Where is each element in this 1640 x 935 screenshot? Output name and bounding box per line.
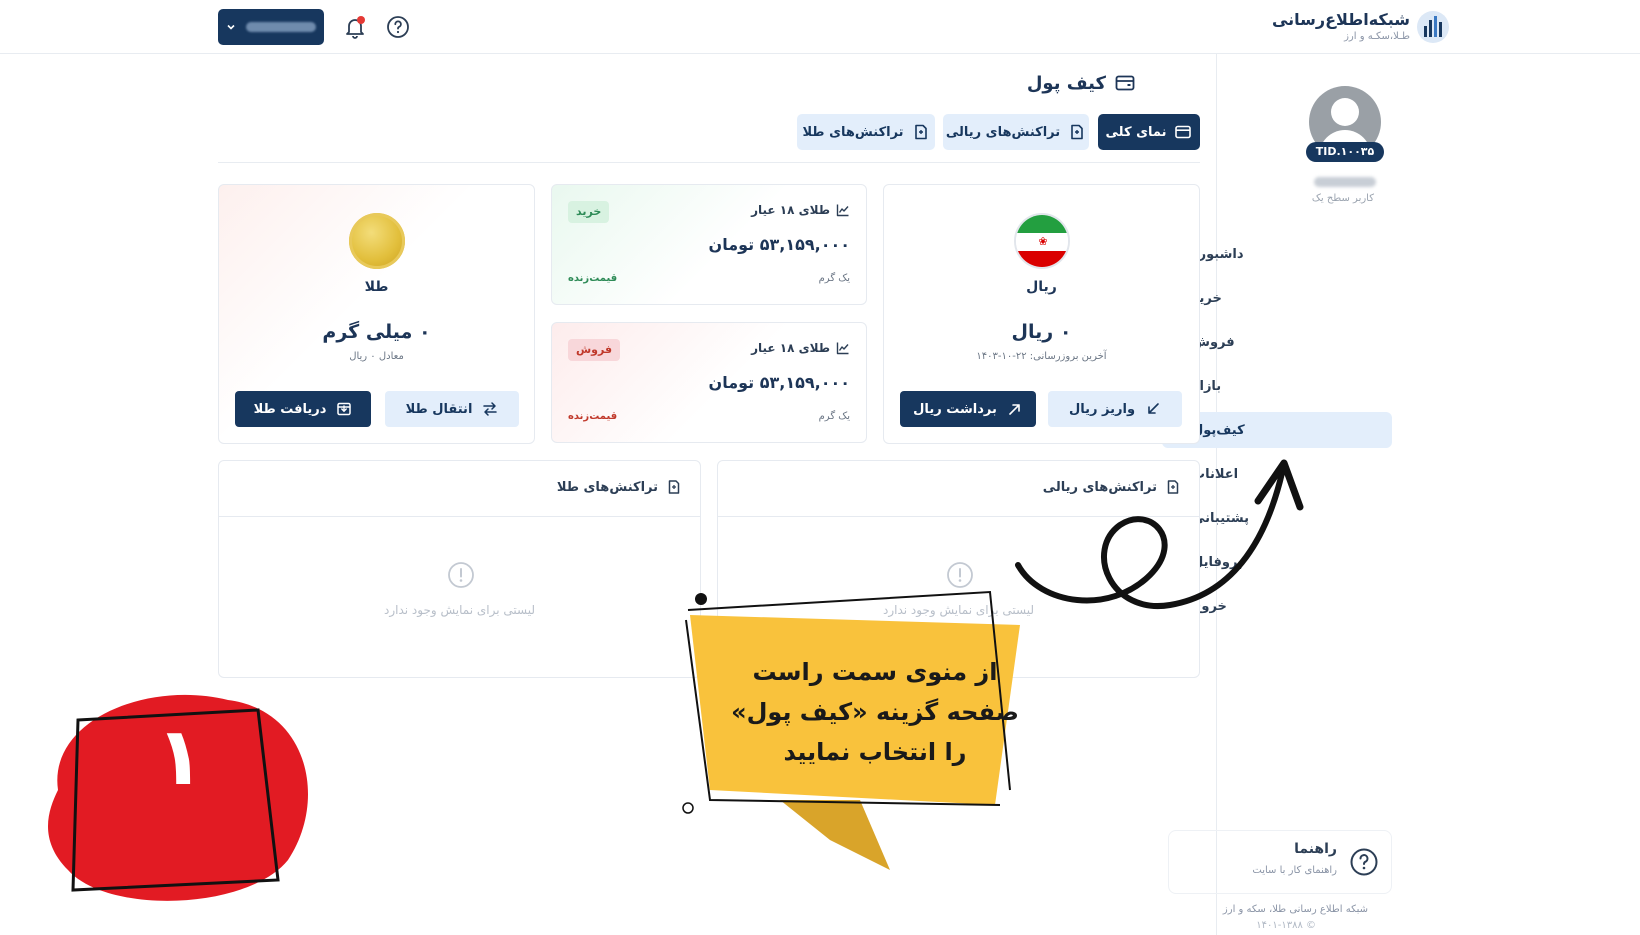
button-label: واریز ریال [1068,401,1136,417]
footer-copyright: © ۱۴۰۱-۱۳۸۸ [1256,920,1316,931]
sell-price-value: ۵۳,۱۵۹,۰۰۰ تومان [708,373,850,392]
empty-list-message: لیستی برای نمایش وجود ندارد [384,603,535,617]
gold-label: طلا [364,279,389,295]
brand-logo-block[interactable]: شبکه‌اطلاع‌رسانی طـلا،سکـه و ارز [1272,8,1450,48]
deposit-rial-button[interactable]: واریز ریال [1048,391,1182,427]
top-bar: شبکه‌اطلاع‌رسانی طـلا،سکـه و ارز [0,0,1640,54]
price-title-text: طلای ۱۸ عیار [751,203,830,217]
withdraw-rial-button[interactable]: برداشت ریال [900,391,1036,427]
divider [218,162,1200,163]
tab-label: نمای کلی [1105,124,1167,140]
avatar-head [1331,98,1359,126]
button-label: برداشت ریال [913,401,997,417]
button-label: انتقال طلا [405,401,473,417]
user-name-blurred [246,22,316,32]
panel-header: تراکنش‌های طلا [219,461,700,517]
receipt-icon [668,480,680,494]
panel-title: تراکنش‌های طلا [557,479,682,495]
user-menu-button[interactable] [218,9,324,45]
iran-flag-icon: ❀ [1014,213,1070,269]
arrow-down-left-icon [1148,403,1159,414]
brand-subtitle: طـلا،سکـه و ارز [1344,31,1410,42]
help-card-subtitle: راهنمای کار با سایت [1252,865,1337,876]
price-title: طلای ۱۸ عیار [751,341,850,355]
inbox-download-icon [337,402,352,416]
arrow-up-right-icon [1009,404,1020,415]
swap-arrows-icon [483,402,498,416]
exclamation-circle-icon [448,562,474,588]
footer-text: شبکه اطلاع رسانی طلا، سکه و ارز [1222,904,1368,915]
button-label: دریافت طلا [253,401,327,417]
gold-balance-card: طلا ۰ میلی گرم معادل ۰ ریال انتقال طلا د… [218,184,535,444]
hand-drawn-arrow-icon [1015,459,1304,610]
sell-badge: فروش [568,339,621,361]
tab-label: تراکنش‌های طلا [802,124,904,140]
gold-amount: ۰ میلی گرم [322,321,431,343]
sell-price-card: طلای ۱۸ عیار فروش ۵۳,۱۵۹,۰۰۰ تومان یک گر… [551,322,867,443]
brand-logo-icon [1417,11,1449,43]
price-title-text: طلای ۱۸ عیار [751,341,830,355]
help-icon[interactable] [386,15,410,39]
user-name-blurred [1314,177,1376,187]
buy-price-value: ۵۳,۱۵۹,۰۰۰ تومان [708,235,850,254]
tab-overview[interactable]: نمای کلی [1098,114,1200,150]
rial-label: ریال [1026,279,1057,295]
wallet-icon [1115,75,1135,91]
gold-transactions-panel: تراکنش‌های طلا لیستی برای نمایش وجود ندا… [218,460,701,678]
chevron-down-icon [227,24,235,30]
tab-label: تراکنش‌های ریالی [945,124,1061,140]
notification-bell-icon[interactable] [342,14,368,40]
user-id-badge: TID.۱۰۰۳۵ [1306,142,1384,162]
price-unit: یک گرم [818,273,850,284]
receipt-icon [914,124,927,140]
step-number: ۱ [155,710,205,803]
tab-rial-transactions[interactable]: تراکنش‌های ریالی [943,114,1089,150]
receipt-icon [1071,124,1083,140]
page-title-text: کیف پول [1026,72,1106,94]
wallet-icon [1175,125,1192,139]
tab-gold-transactions[interactable]: تراکنش‌های طلا [797,114,935,150]
gold-equivalent: معادل ۰ ریال [349,351,404,362]
price-title: طلای ۱۸ عیار [751,203,850,217]
page-title: کیف پول [1027,72,1136,94]
buy-badge: خرید [568,201,610,223]
chart-line-icon [836,342,849,355]
rial-balance-card: ❀ ریال ۰ ریال آخرین بروزرسانی: ۲۲-۱۰-۱۴۰… [883,184,1200,444]
live-price-label: قیمت‌زنده [568,273,618,284]
instruction-text: از منوی سمت راست صفحه گزینه «کیف پول» را… [731,658,1019,766]
live-price-label: قیمت‌زنده [568,411,618,422]
user-level: کاربر سطح یک [1311,193,1374,204]
help-card-title: راهنما [1294,841,1337,857]
receive-gold-button[interactable]: دریافت طلا [235,391,371,427]
help-card[interactable]: راهنما راهنمای کار با سایت [1168,830,1392,894]
brand-title: شبکه‌اطلاع‌رسانی [1271,10,1410,29]
transfer-gold-button[interactable]: انتقال طلا [385,391,519,427]
question-circle-icon [1350,848,1378,876]
price-unit: یک گرم [818,411,850,422]
chart-line-icon [836,204,849,217]
rial-amount: ۰ ریال [1011,321,1072,343]
rial-last-update: آخرین بروزرسانی: ۲۲-۱۰-۱۴۰۳ [976,351,1107,362]
panel-title-text: تراکنش‌های طلا [556,479,658,495]
gold-coin-icon [349,213,405,269]
buy-price-card: طلای ۱۸ عیار خرید ۵۳,۱۵۹,۰۰۰ تومان یک گر… [551,184,867,305]
exclamation-circle-icon [947,562,973,588]
